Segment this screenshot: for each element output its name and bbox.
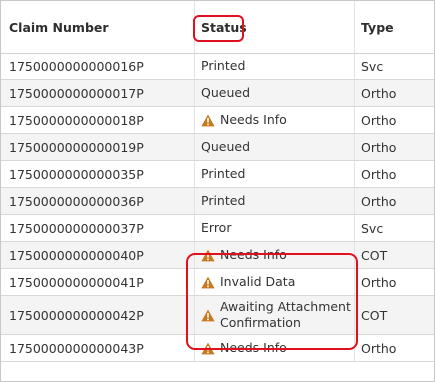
type-cell: Ortho — [354, 134, 434, 160]
type-cell: Svc — [354, 53, 434, 79]
claim-type: Ortho — [361, 166, 397, 182]
claim-number-cell: 1750000000000040P — [1, 242, 194, 268]
claim-type: COT — [361, 307, 388, 323]
type-cell: Ortho — [354, 161, 434, 187]
claim-number: 1750000000000036P — [9, 193, 144, 209]
claim-type: Ortho — [361, 193, 397, 209]
type-cell: Ortho — [354, 269, 434, 295]
status-cell: Printed — [194, 53, 354, 79]
status-cell: Needs Info — [194, 107, 354, 133]
status-text: Error — [201, 220, 232, 235]
status-text: Printed — [201, 193, 246, 208]
table-row[interactable]: 1750000000000035P Printed Ortho — [1, 161, 434, 188]
table-row[interactable]: 1750000000000037P Error Svc — [1, 215, 434, 242]
claim-number: 1750000000000016P — [9, 58, 144, 74]
type-cell: Ortho — [354, 80, 434, 106]
claim-number-cell: 1750000000000018P — [1, 107, 194, 133]
status-cell: Printed — [194, 161, 354, 187]
table-header: Claim Number Status Type — [1, 1, 434, 54]
claim-number: 1750000000000043P — [9, 340, 144, 356]
status-cell: Printed — [194, 188, 354, 214]
status-text: Needs Info — [220, 112, 287, 127]
status-text: Queued — [201, 139, 250, 154]
type-cell: Svc — [354, 215, 434, 241]
claim-number: 1750000000000019P — [9, 139, 144, 155]
type-cell: Ortho — [354, 107, 434, 133]
claim-number: 1750000000000040P — [9, 247, 144, 263]
status-text: Printed — [201, 166, 246, 181]
warning-icon — [201, 114, 215, 127]
column-header-label: Type — [361, 20, 394, 35]
type-cell: COT — [354, 242, 434, 268]
claim-type: Ortho — [361, 85, 397, 101]
claim-number-cell: 1750000000000016P — [1, 53, 194, 79]
claim-number: 1750000000000037P — [9, 220, 144, 236]
claim-number-cell: 1750000000000041P — [1, 269, 194, 295]
status-cell: Queued — [194, 80, 354, 106]
claims-table: 1750000000000015PNeeds InfoOrtho17500000… — [0, 0, 435, 382]
claim-number: 1750000000000035P — [9, 166, 144, 182]
claim-number-cell: 1750000000000036P — [1, 188, 194, 214]
claim-number: 1750000000000017P — [9, 85, 144, 101]
claim-type: COT — [361, 247, 388, 263]
claim-number: 1750000000000018P — [9, 112, 144, 128]
table-row[interactable]: 1750000000000019P Queued Ortho — [1, 134, 434, 161]
status-text: Queued — [201, 85, 250, 100]
claim-number-cell: 1750000000000037P — [1, 215, 194, 241]
table-row[interactable]: 1750000000000017P Queued Ortho — [1, 80, 434, 107]
type-cell: Ortho — [354, 335, 434, 361]
claim-type: Svc — [361, 220, 384, 236]
claim-type: Ortho — [361, 112, 397, 128]
status-header-highlight — [193, 15, 244, 42]
table-row[interactable]: 1750000000000018P Needs Info Ortho — [1, 107, 434, 134]
claim-type: Ortho — [361, 139, 397, 155]
column-header-label: Claim Number — [9, 20, 109, 35]
claim-number: 1750000000000041P — [9, 274, 144, 290]
claim-number-cell: 1750000000000035P — [1, 161, 194, 187]
status-cell: Queued — [194, 134, 354, 160]
type-cell: COT — [354, 296, 434, 334]
table-row[interactable]: 1750000000000016P Printed Svc — [1, 53, 434, 80]
type-cell: Ortho — [354, 188, 434, 214]
table-row[interactable]: 1750000000000036P Printed Ortho — [1, 188, 434, 215]
issue-status-highlight — [186, 253, 358, 350]
claim-number-cell: 1750000000000043P — [1, 335, 194, 361]
status-text: Printed — [201, 58, 246, 73]
claim-type: Svc — [361, 58, 384, 74]
claim-number-cell: 1750000000000017P — [1, 80, 194, 106]
claim-type: Ortho — [361, 340, 397, 356]
column-header-type[interactable]: Type — [354, 1, 434, 53]
claim-number-cell: 1750000000000042P — [1, 296, 194, 334]
column-header-claim-number[interactable]: Claim Number — [1, 1, 194, 53]
status-cell: Error — [194, 215, 354, 241]
claim-type: Ortho — [361, 274, 397, 290]
claim-number-cell: 1750000000000019P — [1, 134, 194, 160]
claim-number: 1750000000000042P — [9, 307, 144, 323]
